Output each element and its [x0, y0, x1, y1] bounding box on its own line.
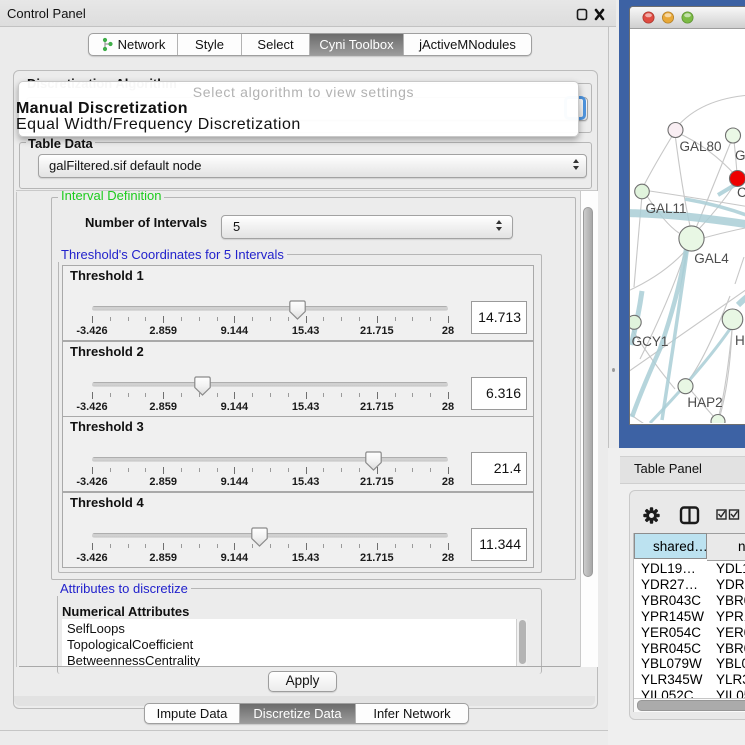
svg-text:GCY1: GCY1: [632, 334, 669, 349]
svg-text:CYC: CYC: [737, 185, 745, 200]
svg-text:HIS: HIS: [735, 333, 745, 348]
svg-text:HAP2: HAP2: [687, 395, 722, 410]
svg-text:GAL11: GAL11: [645, 201, 686, 216]
svg-text:GAL1: GAL1: [735, 148, 745, 163]
svg-text:GAL4: GAL4: [694, 251, 729, 266]
svg-text:GAL80: GAL80: [679, 139, 721, 154]
